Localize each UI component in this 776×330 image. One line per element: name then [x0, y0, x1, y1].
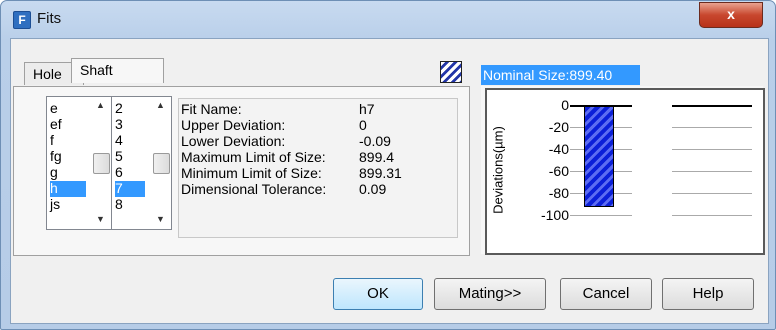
grid-line — [672, 127, 752, 128]
scroll-thumb[interactable] — [153, 153, 170, 174]
tick-label: -60 — [548, 163, 569, 179]
lower-deviation-value: -0.09 — [359, 133, 391, 149]
cancel-button[interactable]: Cancel — [560, 278, 652, 310]
nominal-size-field[interactable]: Nominal Size:899.40 — [481, 65, 640, 85]
list-item[interactable]: f — [50, 133, 88, 149]
fit-letter-scrollbar[interactable]: ▲ ▼ — [92, 98, 110, 226]
scroll-thumb[interactable] — [93, 153, 110, 174]
list-item[interactable]: ef — [50, 117, 88, 133]
help-button[interactable]: Help — [662, 278, 754, 310]
dimensional-tolerance-value: 0.09 — [359, 181, 387, 197]
tolerance-zone-bar — [584, 106, 614, 207]
grid-line — [672, 215, 752, 216]
min-limit-value: 899.31 — [359, 165, 402, 181]
list-item[interactable]: fg — [50, 149, 88, 165]
list-item[interactable]: 3 — [115, 117, 153, 133]
fit-name-label: Fit Name: — [181, 101, 242, 117]
mating-button[interactable]: Mating>> — [434, 278, 546, 310]
tick-label: -20 — [548, 119, 569, 135]
list-item[interactable]: g — [50, 165, 88, 181]
hatch-pattern-icon[interactable] — [440, 61, 462, 83]
tick-label: -100 — [540, 207, 569, 223]
list-item[interactable]: 2 — [115, 101, 153, 117]
fit-name-value: h7 — [359, 101, 375, 117]
list-item-selected[interactable]: 7 — [115, 181, 145, 197]
ok-button[interactable]: OK — [333, 278, 423, 310]
tick-label: 0 — [561, 97, 569, 113]
upper-deviation-value: 0 — [359, 117, 367, 133]
list-item[interactable]: js — [50, 197, 88, 213]
list-item[interactable]: 4 — [115, 133, 153, 149]
scroll-down-arrow-icon[interactable]: ▼ — [92, 212, 109, 226]
scroll-down-arrow-icon[interactable]: ▼ — [152, 212, 169, 226]
tab-shaft[interactable]: Shaft — [71, 58, 164, 83]
upper-deviation-label: Upper Deviation: — [181, 117, 286, 133]
scroll-up-arrow-icon[interactable]: ▲ — [152, 98, 169, 112]
tolerance-grade-scrollbar[interactable]: ▲ ▼ — [152, 98, 170, 226]
list-item[interactable]: 5 — [115, 149, 153, 165]
tolerance-grade-list[interactable]: 2 3 4 5 6 7 8 ▲ ▼ — [111, 96, 172, 230]
grid-line — [672, 149, 752, 150]
close-button[interactable]: x — [699, 2, 763, 28]
tick-label: -40 — [548, 141, 569, 157]
list-item-selected[interactable]: h — [50, 181, 86, 197]
lower-deviation-label: Lower Deviation: — [181, 133, 286, 149]
tick-label: -80 — [548, 185, 569, 201]
grid-line — [672, 171, 752, 172]
grid-line — [570, 215, 632, 216]
min-limit-label: Minimum Limit of Size: — [181, 165, 322, 181]
list-item[interactable]: 8 — [115, 197, 153, 213]
dimensional-tolerance-label: Dimensional Tolerance: — [181, 181, 327, 197]
zero-line — [672, 105, 752, 107]
fit-letter-list[interactable]: e ef f fg g h js ▲ ▼ — [46, 96, 112, 230]
scroll-up-arrow-icon[interactable]: ▲ — [92, 98, 109, 112]
title-bar[interactable]: F Fits x — [1, 1, 775, 37]
window-title: Fits — [37, 10, 62, 27]
grid-line — [672, 193, 752, 194]
y-axis-label: Deviations(µm) — [490, 126, 506, 214]
fit-info-panel: Fit Name: h7 Upper Deviation: 0 Lower De… — [178, 98, 458, 238]
max-limit-label: Maximum Limit of Size: — [181, 149, 326, 165]
app-icon: F — [13, 11, 31, 29]
list-item[interactable]: e — [50, 101, 88, 117]
list-item[interactable]: 6 — [115, 165, 153, 181]
max-limit-value: 899.4 — [359, 149, 395, 165]
